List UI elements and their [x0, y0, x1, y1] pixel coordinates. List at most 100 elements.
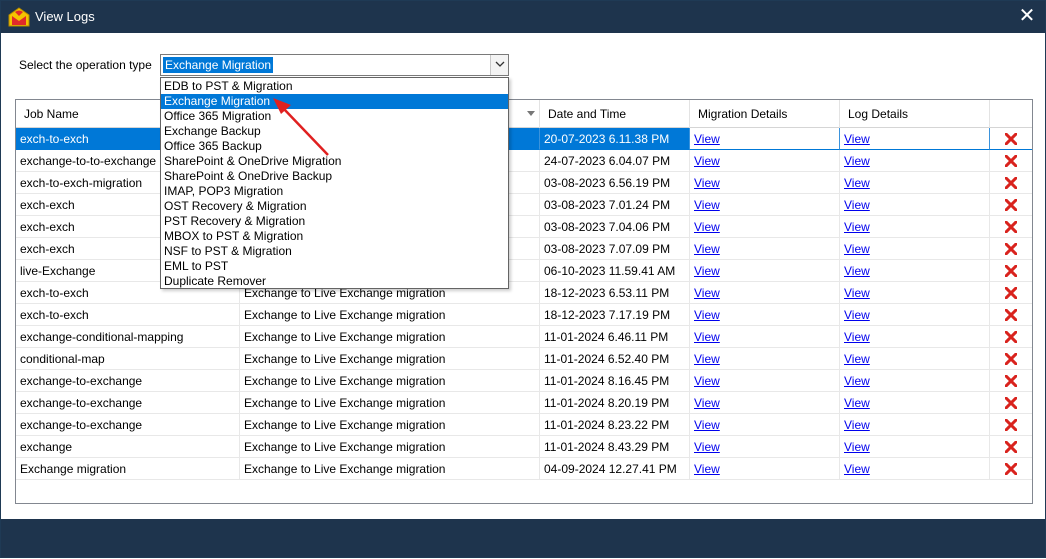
delete-icon[interactable]: [1005, 309, 1017, 321]
delete-icon[interactable]: [1005, 155, 1017, 167]
log-details-link[interactable]: View: [844, 264, 870, 278]
log-details-link[interactable]: View: [844, 154, 870, 168]
cell-type: Exchange to Live Exchange migration: [240, 392, 540, 414]
migration-details-link[interactable]: View: [694, 374, 720, 388]
log-details-link[interactable]: View: [844, 198, 870, 212]
cell-date: 24-07-2023 6.04.07 PM: [540, 150, 690, 172]
dropdown-option[interactable]: Office 365 Backup: [161, 139, 508, 154]
delete-icon[interactable]: [1005, 463, 1017, 475]
column-header-migration-details[interactable]: Migration Details: [690, 100, 840, 128]
migration-details-link[interactable]: View: [694, 286, 720, 300]
log-details-link[interactable]: View: [844, 396, 870, 410]
delete-icon[interactable]: [1005, 441, 1017, 453]
dropdown-option[interactable]: Duplicate Remover: [161, 274, 508, 289]
log-details-link[interactable]: View: [844, 308, 870, 322]
log-details-link[interactable]: View: [844, 374, 870, 388]
migration-details-link[interactable]: View: [694, 220, 720, 234]
cell-migration-details-link: View: [690, 414, 840, 436]
operation-type-select[interactable]: Exchange Migration: [160, 54, 509, 76]
delete-icon[interactable]: [1005, 419, 1017, 431]
table-row[interactable]: conditional-map Exchange to Live Exchange…: [16, 348, 1032, 370]
migration-details-link[interactable]: View: [694, 132, 720, 146]
log-details-link[interactable]: View: [844, 352, 870, 366]
column-header-date-time[interactable]: Date and Time: [540, 100, 690, 128]
chevron-down-icon: [495, 61, 505, 67]
dropdown-option[interactable]: Exchange Migration: [161, 94, 508, 109]
table-row[interactable]: exchange-to-exchange Exchange to Live Exc…: [16, 414, 1032, 436]
dropdown-option[interactable]: SharePoint & OneDrive Backup: [161, 169, 508, 184]
cell-delete: [990, 392, 1032, 414]
cell-log-details-link: View: [840, 150, 990, 172]
cell-delete: [990, 458, 1032, 480]
cell-date: 03-08-2023 7.04.06 PM: [540, 216, 690, 238]
migration-details-link[interactable]: View: [694, 308, 720, 322]
dropdown-option[interactable]: OST Recovery & Migration: [161, 199, 508, 214]
cell-migration-details-link: View: [690, 436, 840, 458]
migration-details-link[interactable]: View: [694, 462, 720, 476]
delete-icon[interactable]: [1005, 397, 1017, 409]
delete-icon[interactable]: [1005, 221, 1017, 233]
migration-details-link[interactable]: View: [694, 264, 720, 278]
operation-type-label: Select the operation type: [19, 58, 152, 72]
delete-icon[interactable]: [1005, 199, 1017, 211]
dropdown-option[interactable]: PST Recovery & Migration: [161, 214, 508, 229]
log-details-link[interactable]: View: [844, 440, 870, 454]
log-details-link[interactable]: View: [844, 330, 870, 344]
operation-type-dropdown[interactable]: EDB to PST & Migration Exchange Migration…: [160, 77, 509, 289]
delete-icon[interactable]: [1005, 177, 1017, 189]
migration-details-link[interactable]: View: [694, 440, 720, 454]
table-row[interactable]: exchange-to-exchange Exchange to Live Exc…: [16, 392, 1032, 414]
migration-details-link[interactable]: View: [694, 418, 720, 432]
cell-date: 03-08-2023 7.07.09 PM: [540, 238, 690, 260]
delete-icon[interactable]: [1005, 353, 1017, 365]
migration-details-link[interactable]: View: [694, 396, 720, 410]
dropdown-option[interactable]: MBOX to PST & Migration: [161, 229, 508, 244]
table-row[interactable]: Exchange migration Exchange to Live Excha…: [16, 458, 1032, 480]
table-row[interactable]: exchange-conditional-mapping Exchange to …: [16, 326, 1032, 348]
delete-icon[interactable]: [1005, 287, 1017, 299]
dropdown-option[interactable]: EML to PST: [161, 259, 508, 274]
migration-details-link[interactable]: View: [694, 352, 720, 366]
migration-details-link[interactable]: View: [694, 176, 720, 190]
delete-icon[interactable]: [1005, 243, 1017, 255]
table-row[interactable]: exchange Exchange to Live Exchange migrat…: [16, 436, 1032, 458]
cell-delete: [990, 172, 1032, 194]
log-details-link[interactable]: View: [844, 242, 870, 256]
dropdown-option[interactable]: Office 365 Migration: [161, 109, 508, 124]
log-details-link[interactable]: View: [844, 132, 870, 146]
column-header-log-details[interactable]: Log Details: [840, 100, 990, 128]
log-details-link[interactable]: View: [844, 220, 870, 234]
dropdown-option[interactable]: IMAP, POP3 Migration: [161, 184, 508, 199]
cell-job: exchange: [16, 436, 240, 458]
cell-delete: [990, 326, 1032, 348]
migration-details-link[interactable]: View: [694, 330, 720, 344]
cell-job: exchange-to-exchange: [16, 370, 240, 392]
dropdown-option[interactable]: Exchange Backup: [161, 124, 508, 139]
cell-type: Exchange to Live Exchange migration: [240, 458, 540, 480]
log-details-link[interactable]: View: [844, 176, 870, 190]
cell-date: 20-07-2023 6.11.38 PM: [540, 128, 690, 150]
migration-details-link[interactable]: View: [694, 154, 720, 168]
table-row[interactable]: exchange-to-exchange Exchange to Live Exc…: [16, 370, 1032, 392]
cell-migration-details-link: View: [690, 150, 840, 172]
close-button[interactable]: ✕: [1015, 5, 1039, 29]
column-header-delete: [990, 100, 1032, 128]
delete-icon[interactable]: [1005, 375, 1017, 387]
cell-log-details-link: View: [840, 238, 990, 260]
dropdown-option[interactable]: EDB to PST & Migration: [161, 79, 508, 94]
dropdown-toggle-button[interactable]: [490, 55, 508, 75]
migration-details-link[interactable]: View: [694, 198, 720, 212]
dropdown-option[interactable]: SharePoint & OneDrive Migration: [161, 154, 508, 169]
delete-icon[interactable]: [1005, 265, 1017, 277]
log-details-link[interactable]: View: [844, 462, 870, 476]
migration-details-link[interactable]: View: [694, 242, 720, 256]
delete-icon[interactable]: [1005, 133, 1017, 145]
table-row[interactable]: exch-to-exch Exchange to Live Exchange mi…: [16, 304, 1032, 326]
dropdown-option[interactable]: NSF to PST & Migration: [161, 244, 508, 259]
log-details-link[interactable]: View: [844, 286, 870, 300]
cell-log-details-link: View: [840, 172, 990, 194]
cell-delete: [990, 304, 1032, 326]
log-details-link[interactable]: View: [844, 418, 870, 432]
cell-type: Exchange to Live Exchange migration: [240, 414, 540, 436]
delete-icon[interactable]: [1005, 331, 1017, 343]
